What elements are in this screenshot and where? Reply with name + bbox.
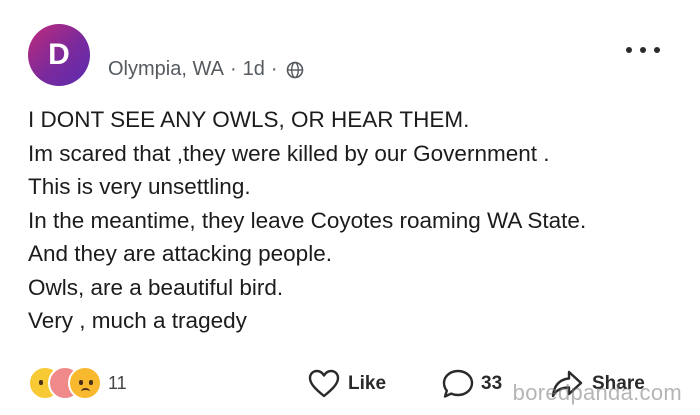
globe-icon xyxy=(286,61,304,79)
timestamp[interactable]: 1d xyxy=(243,58,265,81)
like-label: Like xyxy=(348,373,387,394)
avatar-letter: D xyxy=(48,38,70,71)
meta-separator: · xyxy=(229,58,237,80)
reactions-summary[interactable]: 11 xyxy=(28,366,127,400)
post-text-line: I DONT SEE ANY OWLS, OR HEAR THEM. xyxy=(28,107,470,132)
heart-icon xyxy=(308,369,340,399)
post-text-line: This is very unsettling. xyxy=(28,174,251,199)
post-text-line: Owls, are a beautiful bird. xyxy=(28,274,284,300)
post-text-line: In the meantime, they leave Coyotes roam… xyxy=(28,207,587,233)
post-body: I DONT SEE ANY OWLS, OR HEAR THEM. Im sc… xyxy=(28,103,678,338)
post-text-line: And they are attacking people. xyxy=(28,241,332,266)
reaction-count: 11 xyxy=(108,372,127,393)
post-meta: Olympia, WA · 1d · xyxy=(108,58,304,81)
sad-emoji-icon xyxy=(68,366,102,400)
post-text-line: Very , much a tragedy xyxy=(28,308,247,333)
share-label: Share xyxy=(592,373,645,394)
comment-button[interactable]: 33 xyxy=(441,366,502,402)
comment-count: 33 xyxy=(481,373,503,394)
post-text-line: Im scared that ,they were killed by our … xyxy=(28,140,550,166)
share-icon xyxy=(550,369,584,399)
location-label: Olympia, WA xyxy=(108,58,224,80)
share-button[interactable]: Share xyxy=(550,366,645,402)
more-options-icon[interactable] xyxy=(626,42,660,58)
like-button[interactable]: Like xyxy=(308,366,386,402)
meta-separator: · xyxy=(270,58,278,80)
comment-icon xyxy=(441,368,475,400)
avatar[interactable]: D xyxy=(28,24,90,86)
